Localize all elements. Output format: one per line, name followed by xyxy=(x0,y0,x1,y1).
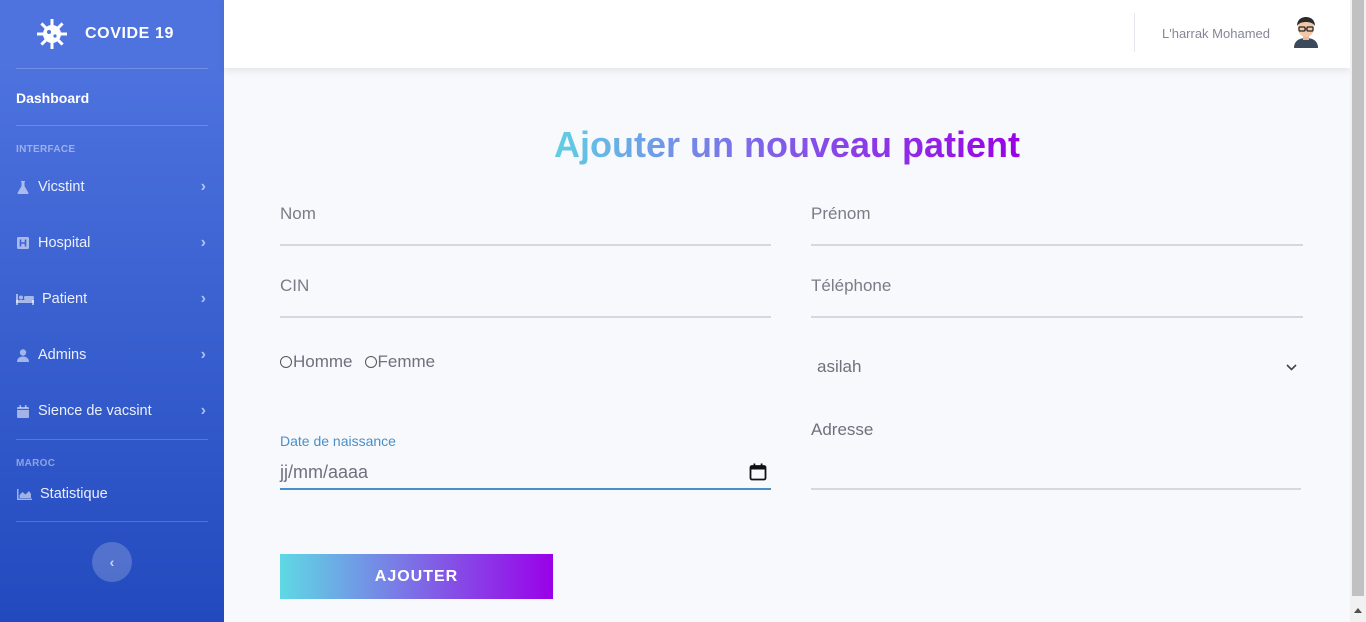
telephone-field-wrapper xyxy=(811,276,1303,318)
chevron-right-icon: › xyxy=(200,234,206,251)
scrollbar-thumb[interactable] xyxy=(1352,0,1364,596)
radio-homme[interactable] xyxy=(280,356,292,368)
brand[interactable]: COVIDE 19 xyxy=(0,0,224,68)
flask-icon xyxy=(16,180,30,194)
sidebar-heading-interface: INTERFACE xyxy=(16,144,76,155)
sidebar-item-label: Sience de vacsint xyxy=(38,403,152,419)
adresse-label: Adresse xyxy=(811,420,874,439)
chevron-right-icon: › xyxy=(200,402,206,419)
sidebar-item-label: Patient xyxy=(42,291,88,307)
ajouter-button[interactable]: AJOUTER xyxy=(280,554,553,599)
virus-icon xyxy=(37,19,67,49)
city-select-value: asilah xyxy=(817,357,862,376)
sidebar-item-label: Hospital xyxy=(38,235,91,251)
radio-label-homme[interactable]: Homme xyxy=(293,352,353,372)
user-icon xyxy=(16,348,30,362)
hospital-icon xyxy=(16,236,30,250)
chevron-right-icon: › xyxy=(200,178,206,195)
sidebar-item-admins[interactable]: Admins › xyxy=(0,327,224,383)
cin-field-wrapper xyxy=(280,276,771,318)
radio-label-femme[interactable]: Femme xyxy=(378,352,436,372)
calendar-picker-icon[interactable] xyxy=(749,463,767,481)
calendar-icon xyxy=(16,404,30,418)
sidebar-item-vicstint[interactable]: Vicstint › xyxy=(0,159,224,215)
chevron-left-icon: ‹ xyxy=(109,554,115,570)
sidebar-item-label: Admins xyxy=(38,347,87,363)
sidebar-divider xyxy=(16,521,208,522)
scroll-down-arrow-icon[interactable] xyxy=(1354,608,1362,613)
city-select[interactable]: asilah xyxy=(811,352,1303,382)
radio-femme[interactable] xyxy=(364,356,377,368)
page-scrollbar[interactable] xyxy=(1350,0,1366,622)
sidebar-item-hospital[interactable]: Hospital › xyxy=(0,215,224,271)
gender-radio-group: Homme Femme xyxy=(280,352,435,372)
cin-input[interactable] xyxy=(280,276,771,296)
nom-input[interactable] xyxy=(280,204,771,224)
user-name[interactable]: L'harrak Mohamed xyxy=(1162,26,1270,41)
topbar: L'harrak Mohamed xyxy=(224,0,1350,68)
sidebar-divider xyxy=(16,439,208,440)
bed-icon xyxy=(16,292,34,306)
nom-field-wrapper xyxy=(280,204,771,246)
date-naissance-value: jj/mm/aaaa xyxy=(280,461,369,482)
sidebar-heading-maroc: MAROC xyxy=(16,458,56,469)
sidebar: COVIDE 19 Dashboard INTERFACE Vicstint ›… xyxy=(0,0,224,622)
avatar-icon[interactable] xyxy=(1292,16,1320,48)
prenom-field-wrapper xyxy=(811,204,1303,246)
sidebar-item-label: Statistique xyxy=(40,486,108,502)
sidebar-divider xyxy=(16,125,208,126)
sidebar-toggle-button[interactable]: ‹ xyxy=(92,542,132,582)
brand-name: COVIDE 19 xyxy=(85,25,174,42)
sidebar-item-patient[interactable]: Patient › xyxy=(0,271,224,327)
chevron-right-icon: › xyxy=(200,346,206,363)
sidebar-item-statistique[interactable]: Statistique xyxy=(0,469,224,519)
sidebar-item-sience-de-vacsint[interactable]: Sience de vacsint › xyxy=(0,383,224,439)
chevron-right-icon: › xyxy=(200,290,206,307)
chevron-down-icon xyxy=(1286,363,1297,371)
topbar-divider xyxy=(1134,13,1135,52)
prenom-input[interactable] xyxy=(811,204,1303,224)
telephone-input[interactable] xyxy=(811,276,1303,296)
chart-area-icon xyxy=(16,487,32,501)
date-naissance-label: Date de naissance xyxy=(280,433,396,449)
adresse-input[interactable] xyxy=(811,488,1301,490)
sidebar-item-dashboard[interactable]: Dashboard xyxy=(0,69,224,125)
sidebar-item-label: Vicstint xyxy=(38,179,85,195)
page-title: Ajouter un nouveau patient xyxy=(553,124,1020,165)
date-naissance-input[interactable]: jj/mm/aaaa xyxy=(280,456,771,490)
